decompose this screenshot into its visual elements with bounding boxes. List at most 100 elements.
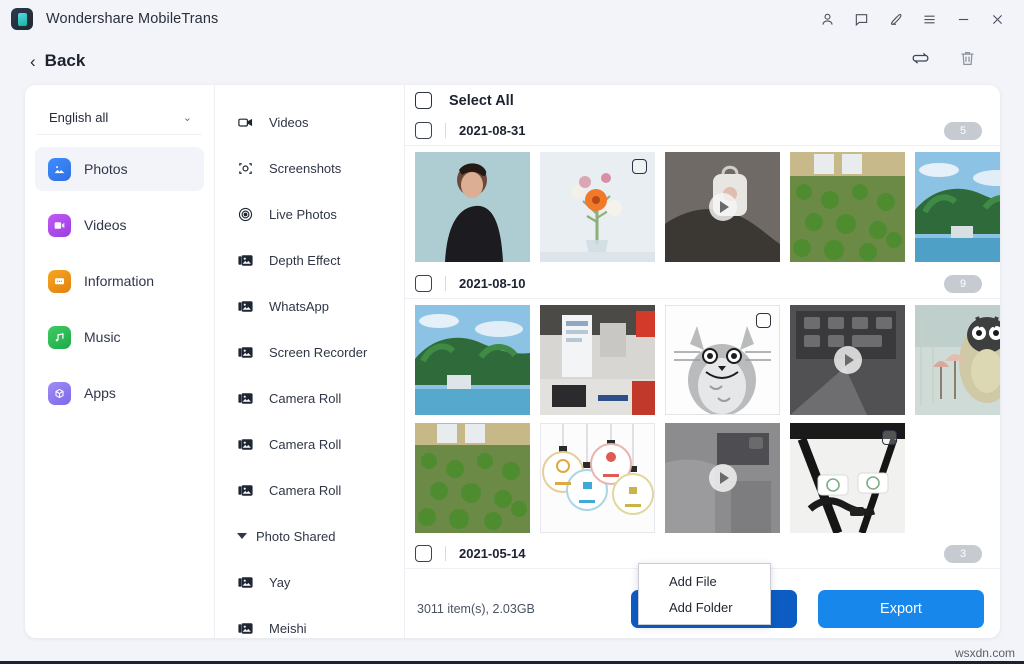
- group-checkbox[interactable]: [415, 275, 432, 292]
- select-all-checkbox[interactable]: [415, 92, 432, 109]
- album-item-meishi[interactable]: Meishi: [215, 605, 404, 638]
- album-list: Videos Screenshots Live Photos Depth Eff…: [215, 85, 405, 638]
- album-item-label: Camera Roll: [269, 391, 341, 406]
- photo-stack-icon: [237, 297, 256, 316]
- album-item-label: Live Photos: [269, 207, 337, 222]
- app-title: Wondershare MobileTrans: [46, 11, 218, 27]
- thumbnail-row: [405, 415, 1000, 533]
- album-item-camera-roll-2[interactable]: Camera Roll: [215, 421, 404, 467]
- export-button[interactable]: Export: [818, 590, 984, 628]
- app-window: Wondershare MobileTrans: [0, 0, 1024, 664]
- apps-icon: [48, 382, 71, 405]
- divider: [445, 546, 446, 561]
- album-item-label: Screenshots: [269, 161, 341, 176]
- delete-icon[interactable]: [958, 49, 977, 73]
- album-item-screen-recorder[interactable]: Screen Recorder: [215, 329, 404, 375]
- play-icon[interactable]: [834, 346, 862, 374]
- top-actions: [911, 49, 977, 73]
- album-group-label: Photo Shared: [256, 529, 336, 544]
- album-item-videos[interactable]: Videos: [215, 99, 404, 145]
- back-button[interactable]: ‹ Back: [30, 51, 85, 71]
- photo-stack-icon: [237, 389, 256, 408]
- thumbnail-item[interactable]: [415, 423, 530, 533]
- date-group-header[interactable]: 2021-08-10 9: [405, 269, 1000, 299]
- close-icon[interactable]: [980, 3, 1014, 35]
- thumbnail-item[interactable]: [665, 305, 780, 415]
- photo-stack-icon: [237, 435, 256, 454]
- album-item-depth-effect[interactable]: Depth Effect: [215, 237, 404, 283]
- thumbnail-item[interactable]: [540, 423, 655, 533]
- sidebar-item-label: Information: [84, 273, 154, 289]
- thumbnail-item[interactable]: [415, 152, 530, 262]
- language-select[interactable]: English all ⌄: [37, 101, 202, 135]
- date-label: 2021-08-10: [459, 276, 526, 291]
- album-item-label: Videos: [269, 115, 309, 130]
- album-item-yay[interactable]: Yay: [215, 559, 404, 605]
- back-bar: ‹ Back: [0, 38, 1024, 84]
- album-group-photo-shared[interactable]: Photo Shared: [215, 513, 404, 559]
- context-menu-item-add-file[interactable]: Add File: [639, 568, 770, 594]
- context-menu: Add File Add Folder: [638, 563, 771, 625]
- minimize-icon[interactable]: [946, 3, 980, 35]
- thumbnail-item[interactable]: [790, 152, 905, 262]
- context-menu-item-add-folder[interactable]: Add Folder: [639, 594, 770, 620]
- triangle-down-icon: [237, 533, 247, 539]
- album-item-camera-roll-3[interactable]: Camera Roll: [215, 467, 404, 513]
- select-all-row[interactable]: Select All: [405, 85, 1000, 116]
- thumbnail-item[interactable]: [540, 305, 655, 415]
- thumbnail-item[interactable]: [415, 305, 530, 415]
- videos-icon: [48, 214, 71, 237]
- title-bar: Wondershare MobileTrans: [0, 0, 1024, 38]
- album-item-live-photos[interactable]: Live Photos: [215, 191, 404, 237]
- thumbnail-item[interactable]: [790, 305, 905, 415]
- sidebar-item-videos[interactable]: Videos: [35, 203, 204, 247]
- thumbnail-item[interactable]: [665, 152, 780, 262]
- chevron-left-icon: ‹: [30, 53, 36, 70]
- music-icon: [48, 326, 71, 349]
- main-card: English all ⌄ Photos Videos: [25, 85, 1000, 638]
- group-checkbox[interactable]: [415, 545, 432, 562]
- screenshot-icon: [237, 159, 256, 178]
- album-item-whatsapp[interactable]: WhatsApp: [215, 283, 404, 329]
- album-item-label: Camera Roll: [269, 483, 341, 498]
- select-all-label: Select All: [449, 93, 514, 109]
- edit-icon[interactable]: [878, 3, 912, 35]
- album-item-label: Camera Roll: [269, 437, 341, 452]
- refresh-icon[interactable]: [911, 49, 930, 73]
- thumbnail-checkbox[interactable]: [632, 159, 647, 174]
- thumbnail-item[interactable]: [665, 423, 780, 533]
- window-controls: [810, 0, 1024, 38]
- thumbnail-item[interactable]: [790, 423, 905, 533]
- account-icon[interactable]: [810, 3, 844, 35]
- feedback-icon[interactable]: [844, 3, 878, 35]
- thumbnail-row: [405, 299, 1000, 415]
- thumbnail-checkbox[interactable]: [882, 430, 897, 445]
- album-item-label: Depth Effect: [269, 253, 340, 268]
- sidebar-item-photos[interactable]: Photos: [35, 147, 204, 191]
- sidebar-item-music[interactable]: Music: [35, 315, 204, 359]
- sidebar-item-information[interactable]: Information: [35, 259, 204, 303]
- album-item-screenshots[interactable]: Screenshots: [215, 145, 404, 191]
- play-icon[interactable]: [709, 193, 737, 221]
- group-count-badge: 3: [944, 545, 982, 563]
- photo-stack-icon: [237, 573, 256, 592]
- date-label: 2021-08-31: [459, 123, 526, 138]
- photo-stack-icon: [237, 343, 256, 362]
- thumbnail-item[interactable]: [540, 152, 655, 262]
- play-icon[interactable]: [709, 464, 737, 492]
- sidebar-item-label: Videos: [84, 217, 127, 233]
- album-item-camera-roll-1[interactable]: Camera Roll: [215, 375, 404, 421]
- thumbnail-item[interactable]: [915, 152, 1000, 262]
- thumbnail-checkbox[interactable]: [756, 313, 771, 328]
- sidebar: English all ⌄ Photos Videos: [25, 85, 215, 638]
- sidebar-item-apps[interactable]: Apps: [35, 371, 204, 415]
- photo-stack-icon: [237, 619, 256, 638]
- information-icon: [48, 270, 71, 293]
- app-logo-icon: [11, 8, 33, 30]
- menu-icon[interactable]: [912, 3, 946, 35]
- photo-grid-panel: Select All 2021-08-31 5: [405, 85, 1000, 638]
- video-camera-icon: [237, 113, 256, 132]
- date-group-header[interactable]: 2021-08-31 5: [405, 116, 1000, 146]
- group-checkbox[interactable]: [415, 122, 432, 139]
- thumbnail-item[interactable]: [915, 305, 1000, 415]
